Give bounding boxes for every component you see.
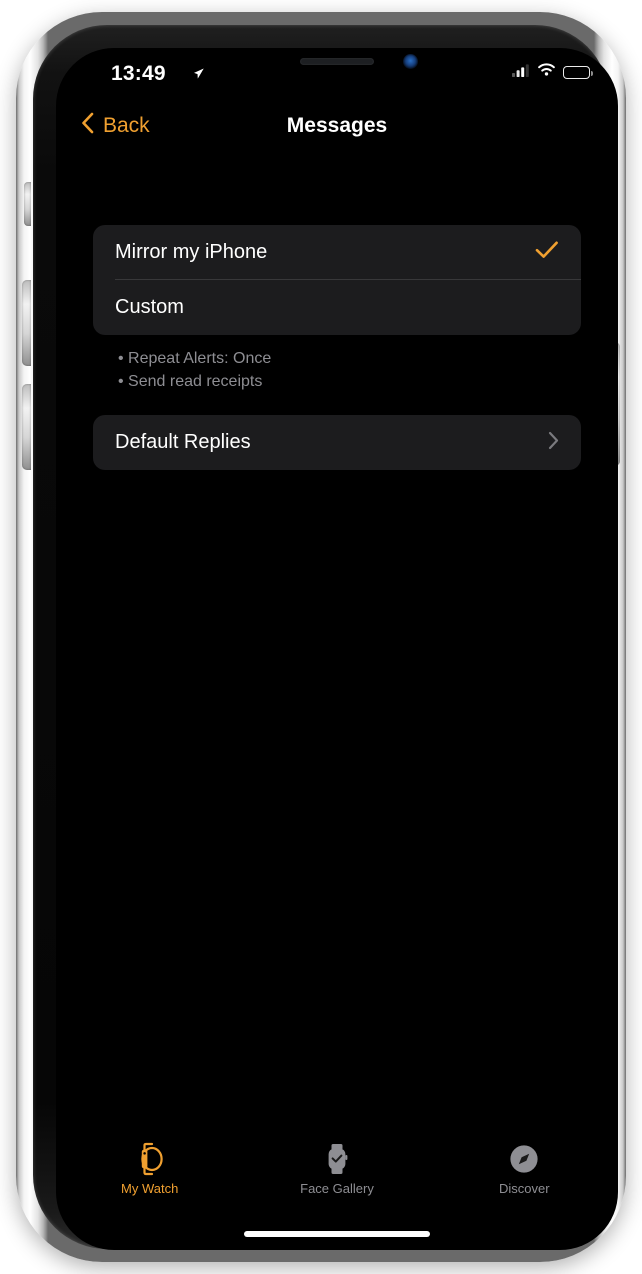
status-time: 13:49: [111, 62, 166, 85]
tab-face-gallery[interactable]: Face Gallery: [243, 1134, 430, 1212]
status-icons: [512, 63, 593, 82]
option-label: Custom: [115, 296, 184, 318]
tab-label: Face Gallery: [300, 1181, 374, 1196]
watch-face-icon: [322, 1140, 352, 1178]
earpiece-speaker: [300, 58, 374, 65]
settings-content: Mirror my iPhone Custom • Repeat Alerts:…: [56, 154, 618, 1250]
footer-note-line: • Repeat Alerts: Once: [118, 350, 272, 367]
page-title: Messages: [286, 114, 388, 137]
tab-my-watch[interactable]: My Watch: [56, 1134, 243, 1212]
cellular-signal-icon: [512, 63, 530, 82]
wifi-icon: [537, 63, 556, 82]
battery-icon: [563, 66, 593, 79]
default-replies-row[interactable]: Default Replies: [93, 415, 581, 470]
checkmark-icon: [535, 240, 559, 265]
tab-label: Discover: [499, 1181, 550, 1196]
tab-label: My Watch: [121, 1181, 179, 1196]
option-row-mirror-my-iphone[interactable]: Mirror my iPhone: [93, 225, 581, 280]
device-frame: 13:49 Back Messages Mirror my iPhone Cus…: [16, 12, 626, 1262]
front-camera: [403, 54, 418, 69]
location-arrow-icon: [191, 66, 206, 86]
mute-switch[interactable]: [24, 182, 31, 226]
default-replies-card: Default Replies: [93, 415, 581, 471]
tab-discover[interactable]: Discover: [431, 1134, 618, 1212]
compass-icon: [508, 1140, 540, 1178]
default-replies-label: Default Replies: [115, 431, 251, 454]
phone-screen: 13:49 Back Messages Mirror my iPhone Cus…: [56, 48, 618, 1250]
notch: [233, 48, 441, 78]
home-indicator[interactable]: [244, 1231, 430, 1237]
volume-up-button[interactable]: [22, 280, 31, 366]
option-row-custom[interactable]: Custom: [93, 280, 581, 335]
footer-note-line: • Send read receipts: [118, 372, 263, 390]
mirror-options-card: Mirror my iPhone Custom: [93, 225, 581, 335]
chevron-right-icon: [548, 431, 559, 455]
navigation-bar: Back Messages: [56, 102, 618, 154]
watch-outline-icon: [134, 1140, 166, 1178]
option-label: Mirror my iPhone: [115, 241, 268, 263]
tab-bar: My Watch Face Gallery Discover: [56, 1134, 618, 1212]
footer-note: • Repeat Alerts: Once • Send read receip…: [118, 348, 618, 393]
volume-down-button[interactable]: [22, 384, 31, 470]
